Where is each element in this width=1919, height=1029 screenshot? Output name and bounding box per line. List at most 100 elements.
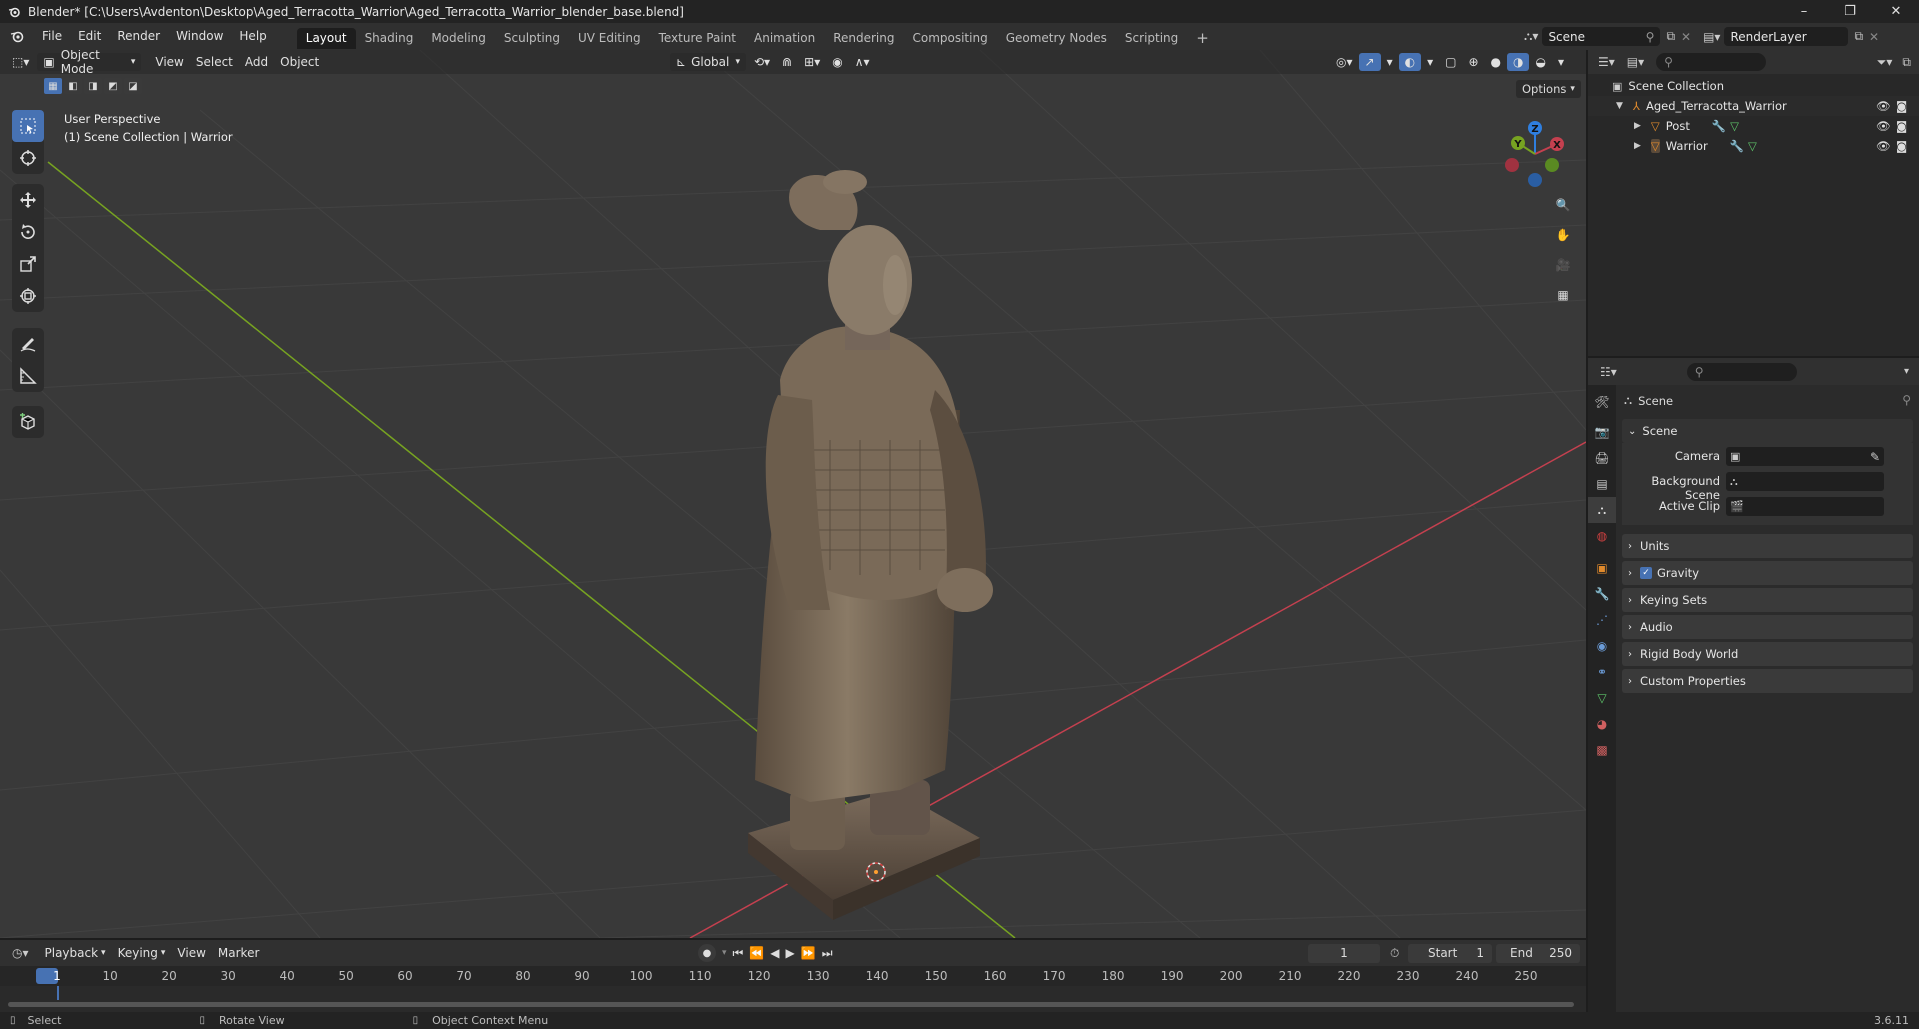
auto-key-dropdown-icon[interactable]: ▾ bbox=[722, 948, 727, 958]
maximize-button[interactable]: ❐ bbox=[1827, 0, 1873, 23]
modifier-wrench-icon[interactable]: 🔧 bbox=[1730, 139, 1744, 153]
mesh-data-icon[interactable]: ▽ bbox=[1730, 119, 1739, 133]
timeline-menu-keying[interactable]: Keying ▾ bbox=[112, 944, 172, 962]
end-frame-field[interactable]: End 250 bbox=[1496, 943, 1580, 963]
tab-compositing[interactable]: Compositing bbox=[903, 28, 996, 49]
pan-view-icon[interactable]: ✋ bbox=[1550, 222, 1576, 248]
texture-tab-icon[interactable]: ▩ bbox=[1588, 737, 1616, 763]
panel-rigid-body-world[interactable]: › Rigid Body World bbox=[1622, 642, 1913, 666]
tab-shading[interactable]: Shading bbox=[356, 28, 423, 49]
camera-render-icon[interactable]: ◙ bbox=[1896, 139, 1907, 153]
jump-start-icon[interactable]: ⏮ bbox=[733, 946, 744, 961]
modifier-wrench-icon[interactable]: 🔧 bbox=[1712, 119, 1726, 133]
scene-icon[interactable]: ⛬▾ bbox=[1524, 29, 1538, 44]
annotate-tool[interactable] bbox=[12, 328, 44, 360]
ortho-toggle-icon[interactable]: ▦ bbox=[1550, 282, 1576, 308]
tab-sculpting[interactable]: Sculpting bbox=[495, 28, 569, 49]
physics-tab-icon[interactable]: ◉ bbox=[1588, 633, 1616, 659]
panel-keying-sets[interactable]: › Keying Sets bbox=[1622, 588, 1913, 612]
eye-icon[interactable]: 👁 bbox=[1876, 99, 1891, 113]
panel-gravity[interactable]: › ✓ Gravity bbox=[1622, 561, 1913, 585]
tab-texture-paint[interactable]: Texture Paint bbox=[650, 28, 745, 49]
outliner-search-input[interactable]: ⚲ bbox=[1656, 53, 1767, 71]
overlay-dropdown-icon[interactable]: ▾ bbox=[1421, 53, 1439, 71]
properties-editor-icon[interactable]: ☷▾ bbox=[1600, 365, 1617, 379]
timeline-track[interactable] bbox=[0, 986, 1586, 1012]
gizmo-toggle-icon[interactable]: ↗ bbox=[1358, 53, 1381, 71]
viewport-menu-select[interactable]: Select bbox=[190, 53, 239, 71]
timeline-menu-view[interactable]: View bbox=[171, 944, 211, 962]
transform-orientation-dropdown[interactable]: ⊾ Global ▾ bbox=[670, 53, 746, 71]
select-subtract-icon[interactable]: ◨ bbox=[84, 78, 102, 94]
filter-icon[interactable]: ⏷▾ bbox=[1877, 55, 1893, 70]
timeline-scrollbar[interactable] bbox=[8, 1002, 1574, 1007]
delete-scene-icon[interactable]: ✕ bbox=[1681, 30, 1691, 44]
chevron-down-icon[interactable]: ▾ bbox=[1904, 366, 1909, 377]
add-cube-tool[interactable] bbox=[12, 406, 44, 438]
shading-solid-icon[interactable]: ● bbox=[1485, 53, 1507, 71]
scale-tool[interactable] bbox=[12, 248, 44, 280]
record-keyframe-icon[interactable]: ● bbox=[698, 944, 716, 962]
outliner-row-collection[interactable]: ▼ ⅄ Aged_Terracotta_Warrior 👁 ◙ bbox=[1588, 96, 1919, 116]
camera-render-icon[interactable]: ◙ bbox=[1896, 119, 1907, 133]
eye-icon[interactable]: 👁 bbox=[1876, 139, 1891, 153]
viewport-menu-object[interactable]: Object bbox=[274, 53, 325, 71]
stopwatch-icon[interactable]: ⏱ bbox=[1390, 946, 1399, 961]
pin-icon[interactable]: ⚲ bbox=[1646, 30, 1655, 44]
3d-viewport[interactable]: ⬚▾ ▣ Object Mode ▾ View Select Add Objec… bbox=[0, 50, 1586, 938]
snap-target-icon[interactable]: ⊞▾ bbox=[798, 53, 826, 71]
shading-dropdown-icon[interactable]: ▾ bbox=[1552, 53, 1570, 71]
xray-toggle-icon[interactable]: ▢ bbox=[1439, 53, 1462, 71]
snap-icon[interactable]: ⋒ bbox=[776, 53, 798, 71]
shading-material-icon[interactable]: ◑ bbox=[1507, 53, 1530, 71]
mesh-data-icon[interactable]: ▽ bbox=[1748, 139, 1757, 153]
shading-wireframe-icon[interactable]: ⊕ bbox=[1462, 53, 1484, 71]
tab-geometry-nodes[interactable]: Geometry Nodes bbox=[997, 28, 1116, 49]
zoom-view-icon[interactable]: 🔍 bbox=[1550, 192, 1576, 218]
scene-tab-icon[interactable]: ⛬ bbox=[1588, 497, 1616, 523]
view-layer-icon[interactable]: ▤▾ bbox=[1703, 30, 1720, 44]
overlay-toggle-icon[interactable]: ◐ bbox=[1398, 53, 1422, 71]
display-mode-icon[interactable]: ▤▾ bbox=[1627, 55, 1644, 69]
warrior-statue[interactable] bbox=[748, 170, 993, 920]
background-scene-field[interactable]: ⛬ bbox=[1726, 472, 1884, 491]
falloff-icon[interactable]: ∧▾ bbox=[849, 53, 876, 71]
scene-selector[interactable]: Scene ⚲ bbox=[1542, 27, 1661, 46]
select-intersect-icon[interactable]: ◪ bbox=[124, 78, 142, 94]
options-dropdown[interactable]: Options ▾ bbox=[1516, 80, 1581, 98]
gizmo-dropdown-icon[interactable]: ▾ bbox=[1381, 53, 1399, 71]
visibility-icon[interactable]: ◎▾ bbox=[1330, 53, 1359, 71]
panel-scene[interactable]: ⌄ Scene bbox=[1622, 419, 1913, 443]
start-frame-field[interactable]: Start 1 bbox=[1408, 943, 1492, 963]
current-frame-field[interactable]: 1 bbox=[1308, 943, 1380, 963]
data-tab-icon[interactable]: ▽ bbox=[1588, 685, 1616, 711]
select-extend-icon[interactable]: ◧ bbox=[64, 78, 82, 94]
panel-units[interactable]: › Units bbox=[1622, 534, 1913, 558]
close-button[interactable]: ✕ bbox=[1873, 0, 1919, 23]
cursor-tool[interactable] bbox=[12, 142, 44, 174]
render-tab-icon[interactable]: 📷 bbox=[1588, 419, 1616, 445]
world-tab-icon[interactable]: ◍ bbox=[1588, 523, 1616, 549]
select-invert-icon[interactable]: ◩ bbox=[104, 78, 122, 94]
outliner-editor-icon[interactable]: ☰▾ bbox=[1598, 55, 1615, 69]
shading-rendered-icon[interactable]: ◒ bbox=[1529, 53, 1551, 71]
material-tab-icon[interactable]: ◕ bbox=[1588, 711, 1616, 737]
pivot-point-icon[interactable]: ⟲▾ bbox=[748, 53, 776, 71]
jump-end-icon[interactable]: ⏭ bbox=[822, 946, 833, 961]
blender-menu-icon[interactable] bbox=[4, 27, 34, 47]
particles-tab-icon[interactable]: ⋰ bbox=[1588, 607, 1616, 633]
modifiers-tab-icon[interactable]: 🔧 bbox=[1588, 581, 1616, 607]
panel-custom-properties[interactable]: › Custom Properties bbox=[1622, 669, 1913, 693]
expand-arrow-icon[interactable]: ▶ bbox=[1634, 121, 1641, 131]
new-view-layer-icon[interactable]: ⧉ bbox=[1854, 29, 1863, 44]
menu-render[interactable]: Render bbox=[109, 23, 168, 50]
object-tab-icon[interactable]: ▣ bbox=[1588, 555, 1616, 581]
tab-scripting[interactable]: Scripting bbox=[1116, 28, 1187, 49]
menu-help[interactable]: Help bbox=[231, 23, 274, 50]
view-layer-tab-icon[interactable]: ▤ bbox=[1588, 471, 1616, 497]
tab-layout[interactable]: Layout bbox=[296, 27, 356, 49]
menu-file[interactable]: File bbox=[34, 23, 70, 50]
tab-animation[interactable]: Animation bbox=[745, 28, 824, 49]
outliner-row-scene-collection[interactable]: ▣ Scene Collection bbox=[1588, 76, 1919, 96]
timeline-ruler[interactable]: 1 10 20 30 40 50 60 70 80 90 100 110 120 130 140 150 160… bbox=[0, 966, 1586, 986]
